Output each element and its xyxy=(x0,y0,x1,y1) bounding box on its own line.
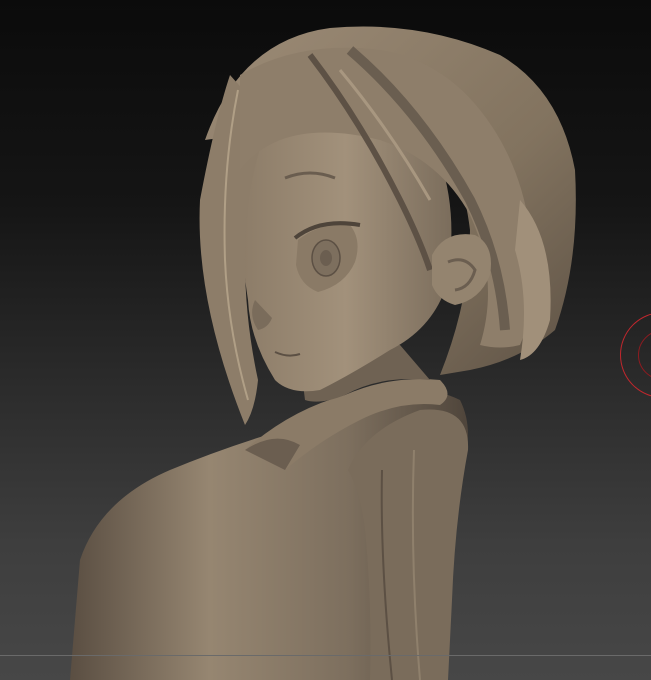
zbrush-viewport[interactable] xyxy=(0,0,651,680)
floor-grid-line xyxy=(0,655,651,656)
sculpt-model[interactable] xyxy=(0,0,651,680)
